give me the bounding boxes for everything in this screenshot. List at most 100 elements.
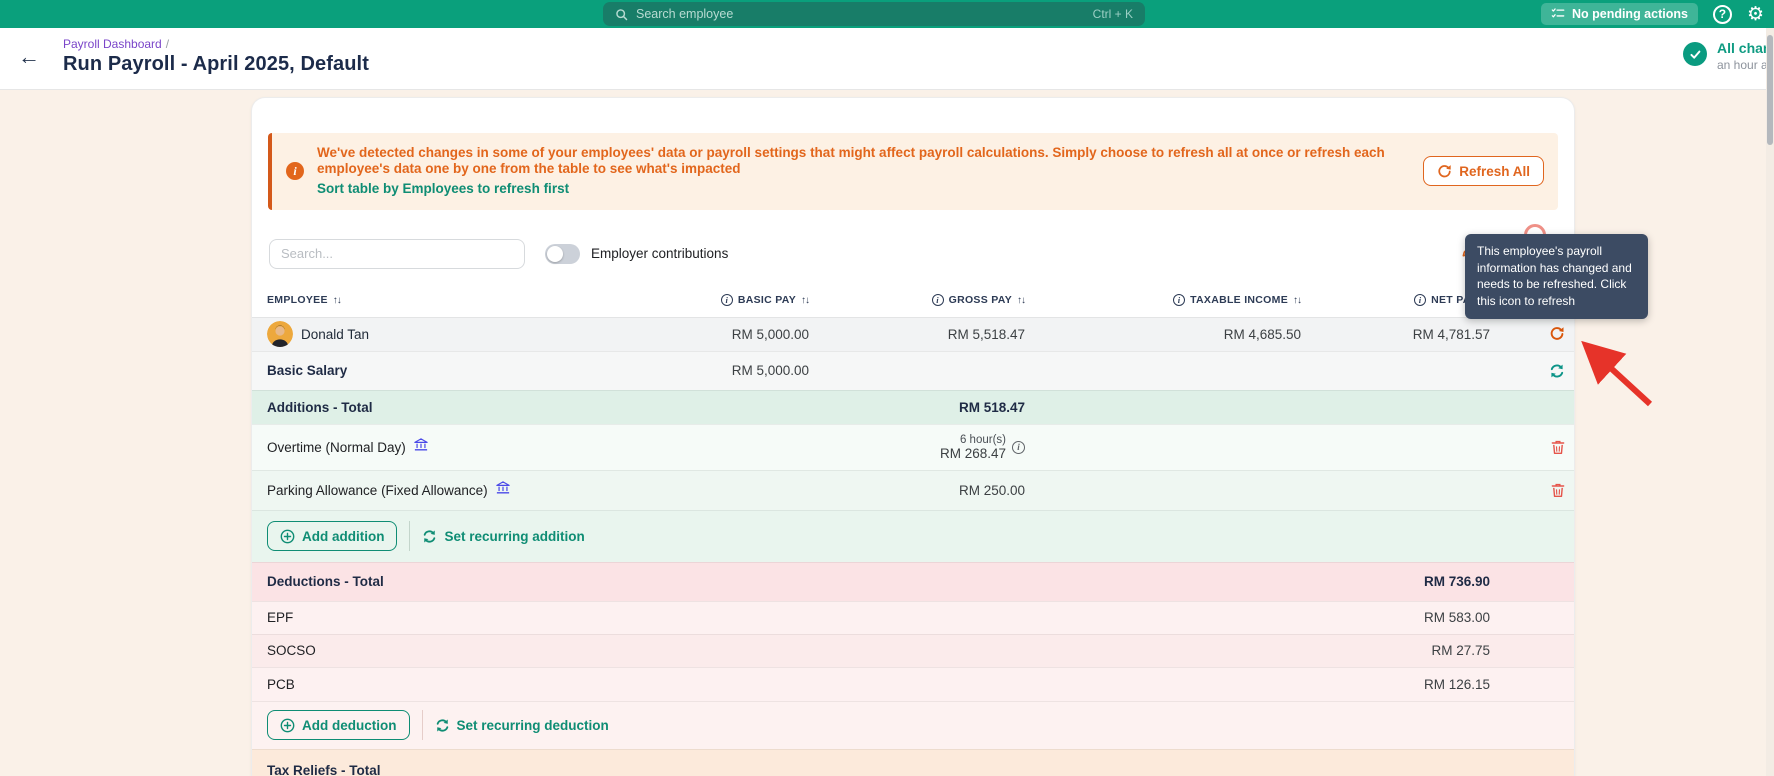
refresh-icon — [1438, 165, 1451, 178]
sync-icon[interactable] — [1549, 363, 1565, 379]
pcb-amount: RM 126.15 — [1423, 676, 1490, 692]
refresh-tooltip: This employee's payroll information has … — [1465, 234, 1648, 320]
payroll-card: i We've detected changes in some of your… — [251, 97, 1575, 776]
row-label: Additions - Total — [267, 399, 373, 415]
page-title: Run Payroll - April 2025, Default — [63, 53, 369, 75]
employer-contributions-label: Employer contributions — [591, 246, 729, 262]
no-pending-actions-label: No pending actions — [1571, 7, 1688, 21]
divider — [421, 710, 423, 741]
sort-icon: ↑↓ — [1017, 294, 1026, 306]
statutory-bank-icon — [414, 438, 428, 457]
delete-trash-icon[interactable] — [1551, 440, 1565, 455]
check-circle-icon — [1683, 42, 1707, 66]
info-icon: i — [1173, 294, 1186, 307]
row-label: Deductions - Total — [267, 574, 384, 590]
table-row-socso: SOCSO RM 27.75 — [252, 633, 1574, 667]
row-label: PCB — [267, 676, 295, 692]
set-recurring-addition-link[interactable]: Set recurring addition — [422, 529, 585, 544]
scrollbar[interactable] — [1766, 28, 1774, 776]
column-header-basic-pay[interactable]: i BASIC PAY ↑↓ — [720, 294, 810, 307]
epf-amount: RM 583.00 — [1423, 610, 1490, 626]
save-status: All changes an hour ago — [1683, 40, 1774, 72]
table-row-deductions-total: Deductions - Total RM 736.90 — [252, 561, 1574, 601]
overtime-amount: RM 268.47 — [939, 445, 1006, 461]
delete-trash-icon[interactable] — [1551, 483, 1565, 498]
search-icon — [616, 8, 628, 20]
global-search-placeholder: Search employee — [636, 7, 734, 21]
gear-icon[interactable]: ⚙ — [1747, 5, 1764, 24]
column-header-gross-pay[interactable]: i GROSS PAY ↑↓ — [931, 294, 1026, 307]
banner-message: We've detected changes in some of your e… — [317, 145, 1385, 177]
employee-name: Donald Tan — [301, 326, 370, 342]
banner-text: We've detected changes in some of your e… — [317, 145, 1423, 198]
employee-basic-pay: RM 5,000.00 — [731, 326, 809, 342]
sort-by-employees-link[interactable]: Sort table by Employees to refresh first — [317, 181, 569, 196]
app-root: Search employee Ctrl + K No pending acti… — [0, 0, 1774, 776]
warning-banner: i We've detected changes in some of your… — [268, 133, 1558, 210]
row-label: Basic Salary — [267, 363, 348, 379]
sort-icon: ↑↓ — [332, 294, 342, 306]
breadcrumb: Payroll Dashboard / — [63, 37, 369, 51]
divider — [409, 521, 411, 552]
row-label: SOCSO — [267, 643, 316, 659]
employee-gross-pay: RM 5,518.47 — [947, 326, 1025, 342]
scrollbar-thumb[interactable] — [1767, 35, 1773, 145]
topbar: Search employee Ctrl + K No pending acti… — [0, 0, 1774, 28]
employer-contributions-toggle[interactable] — [545, 243, 580, 264]
deductions-total-amount: RM 736.90 — [1423, 574, 1490, 590]
add-deduction-button[interactable]: Add deduction — [267, 710, 410, 741]
info-icon: i — [286, 162, 304, 181]
table-header-row: EMPLOYEE ↑↓ i BASIC PAY ↑↓ i GROSS PAY ↑↓ i TA… — [252, 284, 1574, 317]
add-addition-button[interactable]: Add addition — [267, 521, 398, 552]
search-shortcut-hint: Ctrl + K — [1092, 7, 1133, 21]
plus-circle-icon — [280, 529, 295, 544]
page-header: ← Payroll Dashboard / Run Payroll - April… — [0, 28, 1774, 90]
employee-net-pay: RM 4,781.57 — [1412, 326, 1490, 342]
back-button[interactable]: ← — [18, 44, 40, 70]
sort-icon: ↑↓ — [1293, 294, 1302, 306]
title-block: Payroll Dashboard / Run Payroll - April 2… — [63, 37, 369, 76]
statutory-bank-icon — [495, 481, 510, 500]
parking-amount: RM 250.00 — [958, 482, 1025, 498]
overtime-qty: 6 hour(s) — [959, 433, 1006, 446]
table-row-parking-allowance: Parking Allowance (Fixed Allowance) RM 2… — [252, 469, 1574, 510]
table-search-input[interactable] — [269, 238, 525, 269]
table-toolbar: Employer contributions — [269, 223, 1557, 270]
breadcrumb-payroll-dashboard[interactable]: Payroll Dashboard — [63, 37, 162, 51]
topbar-actions: No pending actions ? ⚙ — [1540, 0, 1764, 28]
row-label: EPF — [267, 610, 294, 626]
plus-circle-icon — [280, 718, 295, 733]
toggle-knob — [547, 245, 563, 262]
refresh-all-button[interactable]: Refresh All — [1423, 156, 1544, 187]
refresh-employee-icon[interactable] — [1549, 326, 1565, 342]
global-search-input[interactable]: Search employee Ctrl + K — [603, 2, 1145, 26]
set-recurring-deduction-link[interactable]: Set recurring deduction — [435, 718, 609, 733]
table-row-tax-reliefs-total: Tax Reliefs - Total — [252, 748, 1574, 776]
recurring-icon — [424, 530, 436, 543]
table-row-employee[interactable]: Donald Tan RM 5,000.00 RM 5,518.47 RM 4,… — [252, 316, 1574, 351]
breadcrumb-separator: / — [165, 37, 170, 51]
info-icon: i — [720, 294, 733, 307]
addition-actions-row: Add addition Set recurring addition — [252, 509, 1574, 562]
info-icon: i — [931, 294, 944, 307]
no-pending-actions-button[interactable]: No pending actions — [1540, 3, 1698, 25]
column-header-taxable-income[interactable]: i TAXABLE INCOME ↑↓ — [1173, 294, 1302, 307]
row-label: Overtime (Normal Day) — [267, 439, 406, 455]
sort-icon: ↑↓ — [801, 294, 810, 306]
deduction-actions-row: Add deduction Set recurring deduction — [252, 700, 1574, 749]
info-icon[interactable]: i — [1012, 440, 1025, 454]
table-row-overtime: Overtime (Normal Day) 6 hour(s) RM 268.4… — [252, 423, 1574, 470]
socso-amount: RM 27.75 — [1431, 643, 1490, 659]
row-label: Tax Reliefs - Total — [267, 762, 381, 776]
info-icon: i — [1414, 294, 1427, 307]
table-row-pcb: PCB RM 126.15 — [252, 666, 1574, 701]
basic-salary-amount: RM 5,000.00 — [731, 363, 809, 379]
checklist-icon — [1551, 8, 1565, 18]
column-header-employee[interactable]: EMPLOYEE ↑↓ — [252, 294, 552, 306]
table-row-basic-salary: Basic Salary RM 5,000.00 — [252, 350, 1574, 390]
employee-taxable-income: RM 4,685.50 — [1223, 326, 1301, 342]
recurring-icon — [436, 719, 448, 732]
help-icon[interactable]: ? — [1712, 4, 1732, 24]
additions-total-amount: RM 518.47 — [958, 399, 1025, 415]
avatar — [267, 321, 293, 348]
